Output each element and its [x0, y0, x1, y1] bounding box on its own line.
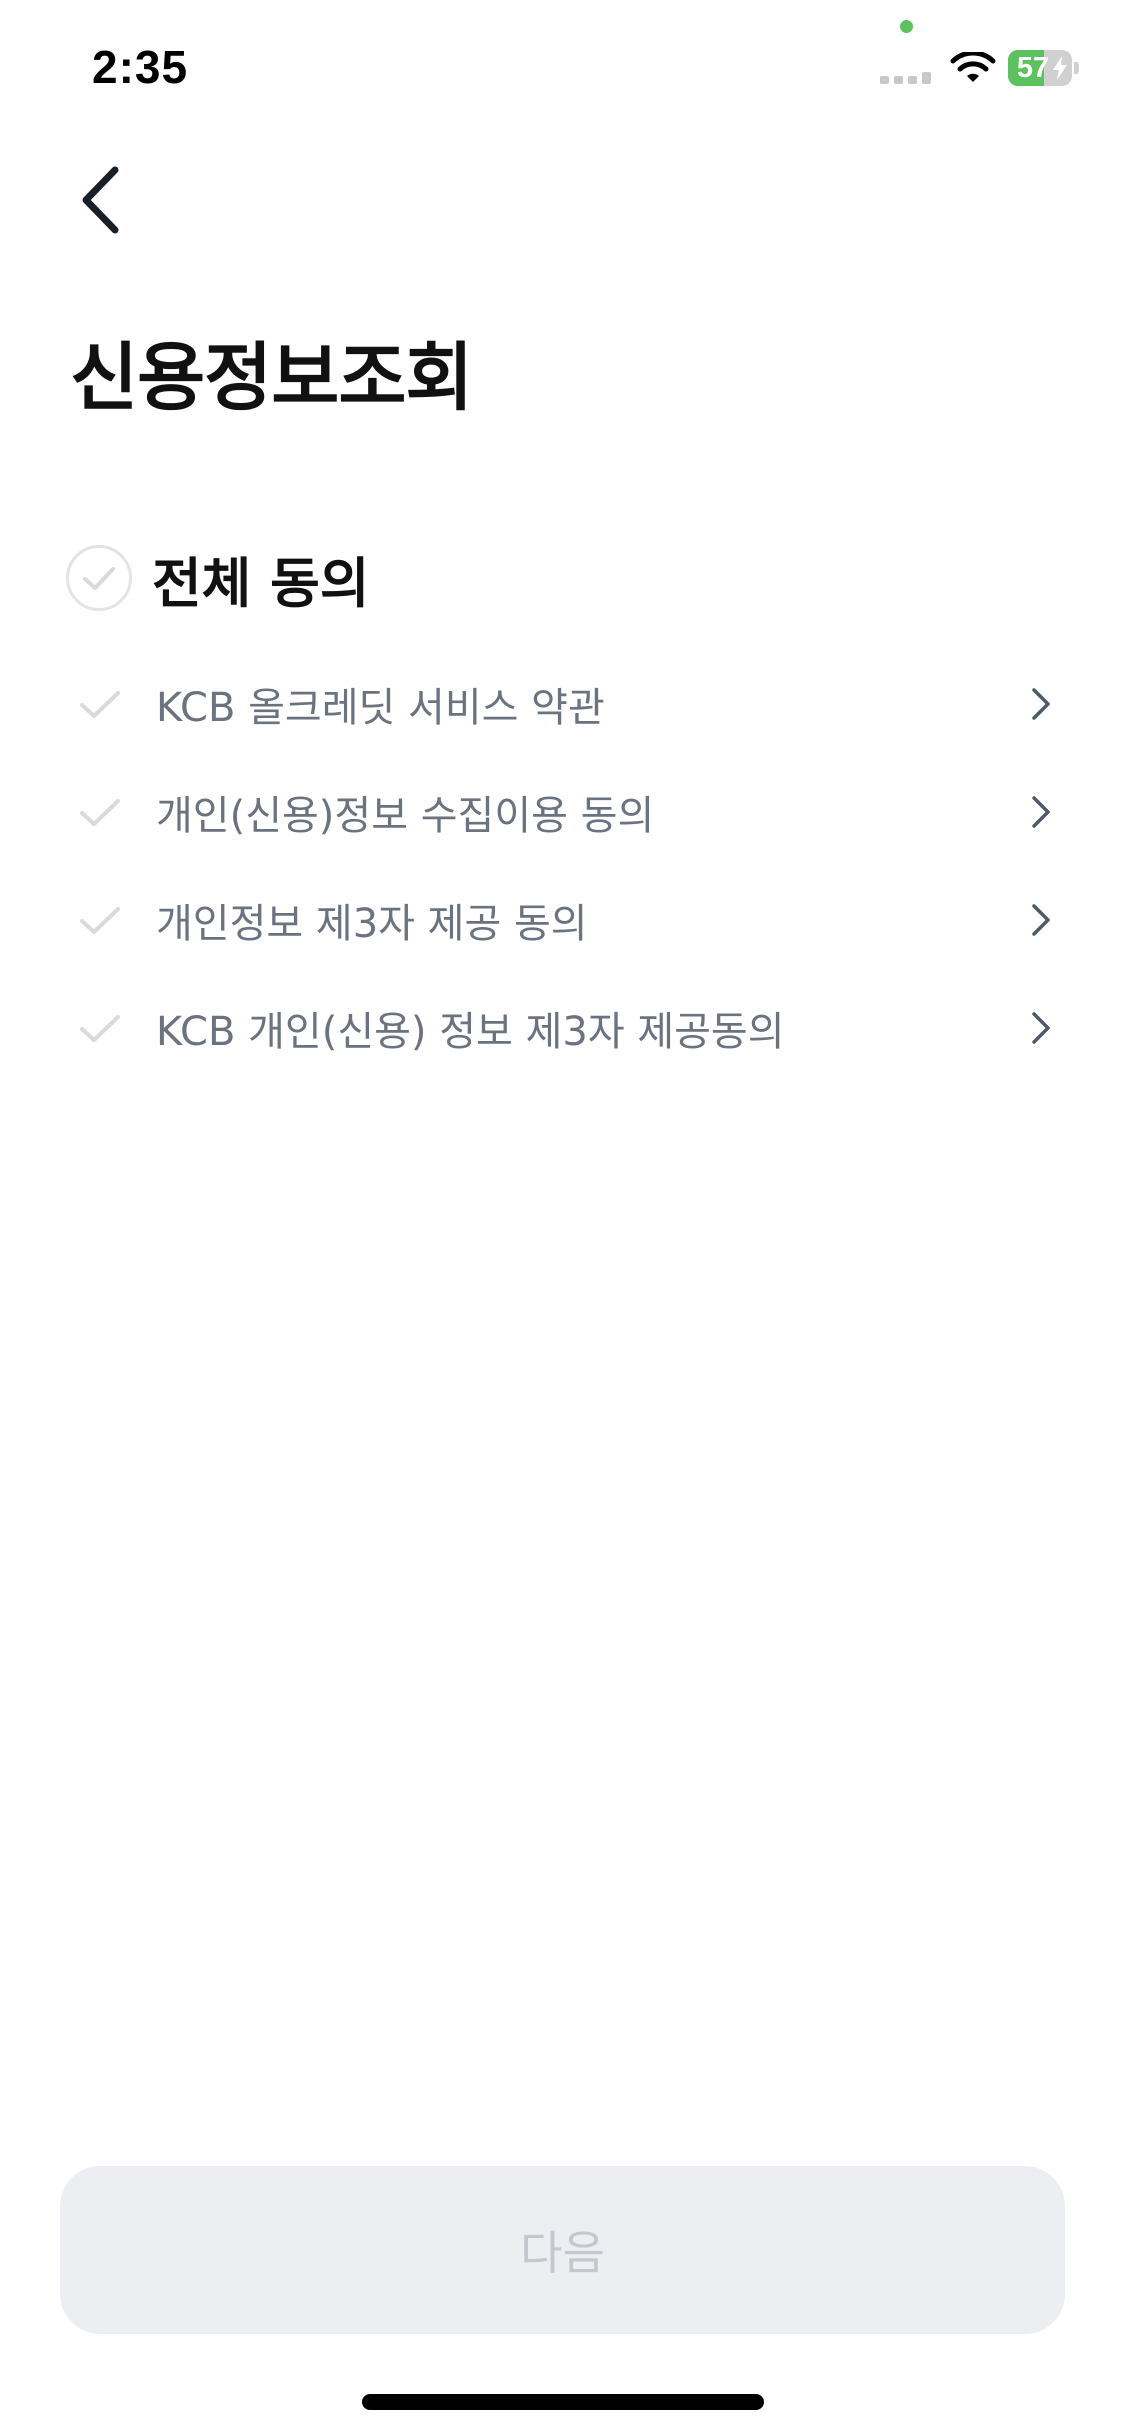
charging-bolt-icon	[1053, 56, 1067, 80]
chevron-right-icon[interactable]	[1020, 1008, 1060, 1048]
check-icon[interactable]	[70, 674, 130, 734]
status-bar: 2:35 57	[0, 0, 1125, 130]
term-label: KCB 올크레딧 서비스 약관	[156, 685, 605, 731]
term-item-third-party-provision[interactable]: 개인정보 제3자 제공 동의	[70, 866, 1060, 974]
back-button[interactable]	[60, 160, 140, 240]
wifi-icon	[950, 52, 996, 82]
term-item-kcb-allcredit-terms[interactable]: KCB 올크레딧 서비스 약관	[70, 650, 1060, 758]
check-icon[interactable]	[70, 890, 130, 950]
agree-all-label: 전체 동의	[152, 551, 370, 615]
check-circle-icon	[66, 545, 132, 611]
battery-level: 57	[1016, 52, 1050, 84]
check-icon	[83, 567, 115, 590]
page-title: 신용정보조회	[70, 335, 473, 421]
chevron-right-icon[interactable]	[1020, 792, 1060, 832]
term-label: KCB 개인(신용) 정보 제3자 제공동의	[156, 1009, 785, 1055]
check-icon[interactable]	[70, 782, 130, 842]
term-label: 개인정보 제3자 제공 동의	[156, 901, 588, 947]
battery-icon: 57	[1008, 50, 1072, 86]
term-item-kcb-third-party-provision[interactable]: KCB 개인(신용) 정보 제3자 제공동의	[70, 974, 1060, 1082]
battery-cap	[1074, 62, 1079, 74]
term-label: 개인(신용)정보 수집이용 동의	[156, 793, 655, 839]
home-indicator[interactable]	[362, 2394, 764, 2410]
terms-list: KCB 올크레딧 서비스 약관 개인(신용)정보 수집이용 동의 개인정보 제3…	[70, 650, 1060, 1082]
chevron-left-icon	[82, 166, 119, 234]
chevron-right-icon[interactable]	[1020, 900, 1060, 940]
check-icon[interactable]	[70, 998, 130, 1058]
cellular-signal-icon	[880, 72, 931, 84]
chevron-right-icon[interactable]	[1020, 684, 1060, 724]
term-item-personal-credit-collection[interactable]: 개인(신용)정보 수집이용 동의	[70, 758, 1060, 866]
status-time: 2:35	[92, 41, 189, 93]
next-button[interactable]: 다음	[60, 2166, 1065, 2334]
agree-all-checkbox[interactable]: 전체 동의	[66, 542, 370, 615]
privacy-indicator-dot	[900, 20, 913, 33]
